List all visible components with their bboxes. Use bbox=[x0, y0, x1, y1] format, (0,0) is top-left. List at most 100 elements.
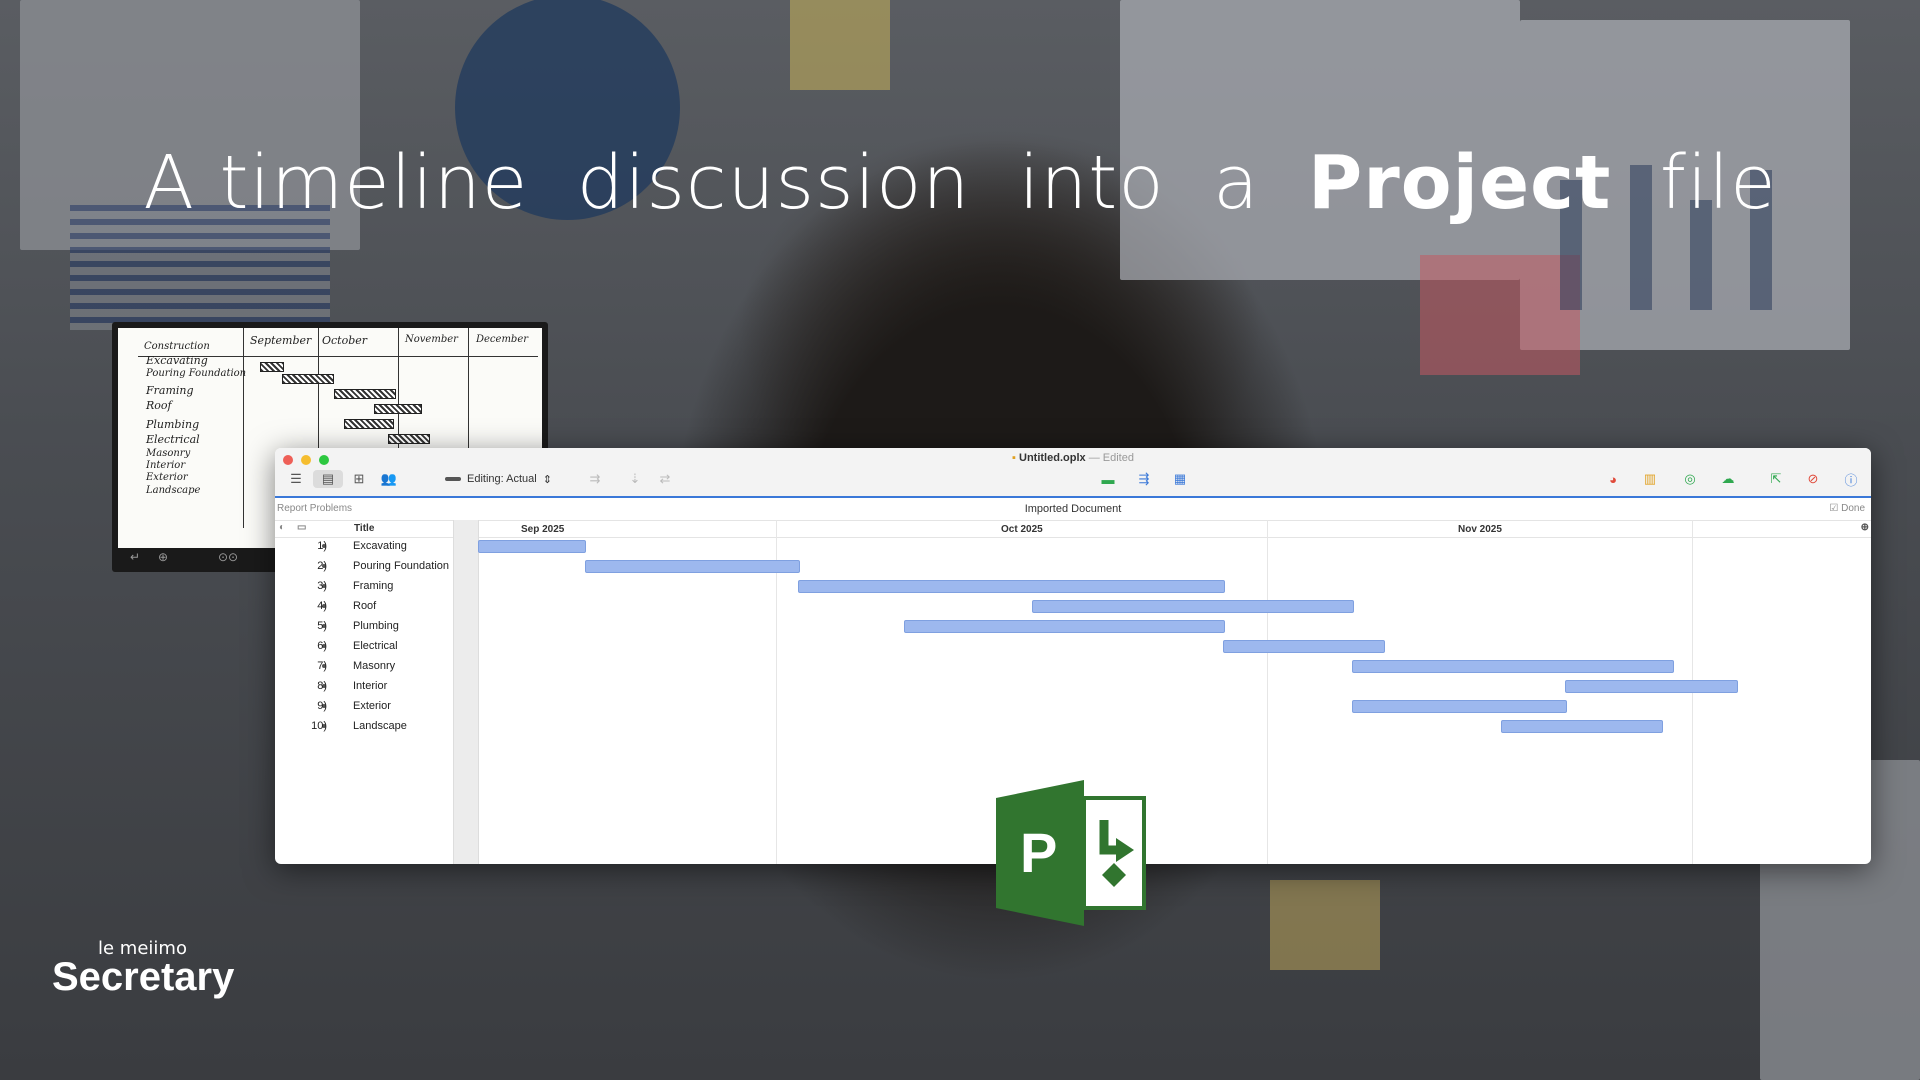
back-icon[interactable]: ↵ bbox=[130, 550, 140, 564]
task-number: 5) bbox=[317, 620, 327, 632]
svg-text:P: P bbox=[1020, 821, 1057, 884]
done-checkbox[interactable]: ☑ Done bbox=[1829, 503, 1865, 514]
task-number: 6) bbox=[317, 640, 327, 652]
bg-sticky-note bbox=[1420, 255, 1580, 375]
task-row[interactable]: 8) Interior bbox=[275, 676, 453, 696]
task-row[interactable]: 5) Plumbing bbox=[275, 616, 453, 636]
sketch-bar bbox=[344, 419, 394, 429]
editing-mode-select[interactable]: Editing: Actual ⇕ bbox=[445, 470, 552, 488]
task-title: Exterior bbox=[353, 700, 391, 712]
share-icon[interactable]: ⇱ bbox=[1765, 470, 1787, 488]
task-number: 10) bbox=[311, 720, 327, 732]
month-header: Oct 2025 bbox=[1001, 524, 1043, 535]
window-title: ▪ Untitled.oplx — Edited bbox=[275, 452, 1871, 464]
zoom-to-fit-icon[interactable]: ⊕ bbox=[1861, 522, 1869, 533]
edited-status: — Edited bbox=[1088, 452, 1134, 464]
sketch-bar bbox=[334, 389, 396, 399]
sketch-task: Exterior bbox=[146, 472, 188, 483]
task-title: Framing bbox=[353, 580, 394, 592]
gantt-bar-excavating[interactable] bbox=[478, 540, 586, 553]
task-row[interactable]: 1) Excavating bbox=[275, 536, 453, 556]
gantt-bar-framing[interactable] bbox=[798, 580, 1225, 593]
task-number: 2) bbox=[317, 560, 327, 572]
group-icon[interactable]: ▦ bbox=[1169, 470, 1191, 488]
sketch-month: November bbox=[405, 334, 458, 345]
network-view-icon[interactable]: ⊞ bbox=[347, 470, 371, 488]
gantt-bar-interior[interactable] bbox=[1565, 680, 1738, 693]
outline-view-icon[interactable]: ☰ bbox=[285, 470, 307, 488]
gantt-bar-pouring-foundation[interactable] bbox=[585, 560, 800, 573]
headline-word: into bbox=[1018, 140, 1165, 226]
sketch-bar bbox=[282, 374, 334, 384]
baseline-tool-icon[interactable]: ▬ bbox=[1097, 470, 1119, 488]
task-title: Masonry bbox=[353, 660, 396, 672]
task-number: 9) bbox=[317, 700, 327, 712]
ms-project-logo: P bbox=[996, 780, 1146, 926]
sketch-bar bbox=[374, 404, 422, 414]
link-icon[interactable]: ⇉ bbox=[585, 470, 605, 488]
resources-view-icon[interactable]: 👥 bbox=[377, 470, 401, 488]
editing-mode-label: Editing: Actual bbox=[467, 473, 537, 485]
timeline-gutter bbox=[453, 520, 479, 864]
undo-redo-icon[interactable]: ⊙⊙ bbox=[218, 550, 238, 564]
sketch-task: Excavating bbox=[146, 354, 208, 367]
sketch-line bbox=[243, 328, 244, 528]
bg-sticky-note bbox=[790, 0, 890, 90]
imported-document-label: Imported Document bbox=[1024, 503, 1122, 515]
task-title: Pouring Foundation bbox=[353, 560, 450, 572]
gantt-bar-plumbing[interactable] bbox=[904, 620, 1225, 633]
task-row[interactable]: 7) Masonry bbox=[275, 656, 453, 676]
task-number: 7) bbox=[317, 660, 327, 672]
task-row[interactable]: 6) Electrical bbox=[275, 636, 453, 656]
color-icon[interactable]: ◕ bbox=[1603, 470, 1623, 488]
task-title: Plumbing bbox=[353, 620, 399, 632]
violations-icon[interactable]: ⊘ bbox=[1803, 470, 1823, 488]
sketch-task: Roof bbox=[146, 399, 172, 412]
sketch-header: Construction bbox=[144, 341, 210, 352]
gantt-bar-exterior[interactable] bbox=[1352, 700, 1567, 713]
gantt-view-icon[interactable]: ▤ bbox=[313, 470, 343, 488]
headline-word: file bbox=[1659, 140, 1777, 226]
month-header: Nov 2025 bbox=[1458, 524, 1502, 535]
title-column-header[interactable]: Title bbox=[354, 523, 374, 534]
sketch-bar bbox=[260, 362, 284, 372]
sketch-task: Interior bbox=[146, 460, 186, 471]
sketch-task: Plumbing bbox=[146, 418, 200, 431]
chevron-updown-icon: ⇕ bbox=[542, 473, 552, 486]
task-number: 3) bbox=[317, 580, 327, 592]
document-icon: ▪ bbox=[1012, 452, 1016, 464]
cloud-sync-icon[interactable]: ☁ bbox=[1717, 470, 1739, 488]
task-row[interactable]: 3) Framing bbox=[275, 576, 453, 596]
sketch-task: Masonry bbox=[146, 448, 191, 459]
view-icon[interactable]: ◎ bbox=[1679, 470, 1701, 488]
headline-word: a bbox=[1213, 140, 1260, 226]
task-row[interactable]: 2) Pouring Foundation bbox=[275, 556, 453, 576]
sketch-task: Electrical bbox=[146, 433, 200, 446]
sketch-task: Landscape bbox=[146, 485, 201, 496]
headline-bold-word: Project bbox=[1308, 140, 1612, 226]
title-bar: ▪ Untitled.oplx — Edited ☰ ▤ ⊞ 👥 Editing… bbox=[275, 448, 1871, 498]
task-row[interactable]: 4) Roof bbox=[275, 596, 453, 616]
sketch-task: Pouring Foundation bbox=[146, 368, 247, 379]
document-name: Untitled.oplx bbox=[1019, 452, 1086, 464]
info-icon[interactable]: ⓘ bbox=[1841, 470, 1861, 488]
task-row[interactable]: 10) Landscape bbox=[275, 716, 453, 736]
connect-icon[interactable]: ⇄ bbox=[655, 470, 675, 488]
brand-logo: le meiimo Secretary bbox=[52, 938, 234, 1000]
done-label: Done bbox=[1841, 503, 1865, 514]
gantt-bar-masonry[interactable] bbox=[1352, 660, 1674, 673]
columns-icon[interactable]: ▥ bbox=[1639, 470, 1661, 488]
task-row[interactable]: 9) Exterior bbox=[275, 696, 453, 716]
split-icon[interactable]: ⇶ bbox=[1133, 470, 1155, 488]
indent-icon[interactable]: ⇣ bbox=[625, 470, 645, 488]
task-number: 1) bbox=[317, 540, 327, 552]
gantt-bar-electrical[interactable] bbox=[1223, 640, 1385, 653]
task-title: Roof bbox=[353, 600, 377, 612]
expand-all-icon[interactable]: ◐ bbox=[279, 522, 285, 533]
gantt-bar-landscape[interactable] bbox=[1501, 720, 1663, 733]
brand-name: Secretary bbox=[52, 955, 235, 999]
gantt-bar-roof[interactable] bbox=[1032, 600, 1354, 613]
notes-column-icon[interactable]: ▭ bbox=[297, 522, 306, 533]
headline-word: A timeline bbox=[143, 140, 529, 226]
zoom-icon[interactable]: ⊕ bbox=[158, 550, 168, 564]
